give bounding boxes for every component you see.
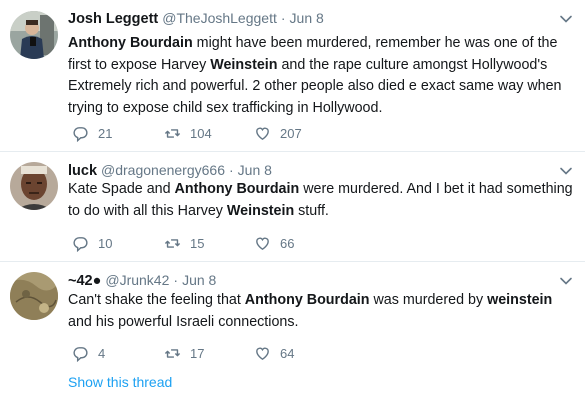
tweet-actions: 10 15 66 — [72, 233, 354, 253]
separator-dot: · — [280, 10, 286, 26]
avatar[interactable] — [10, 272, 58, 320]
profile-photo — [10, 11, 58, 59]
reply-count: 21 — [98, 125, 113, 141]
avatar[interactable] — [10, 162, 58, 210]
tweet-header: Josh Leggett @TheJoshLeggett · Jun 8 — [68, 10, 324, 30]
user-handle[interactable]: @Jrunk42 — [105, 272, 169, 288]
user-handle[interactable]: @dragonenergy666 — [101, 162, 225, 178]
text-segment: Can't shake the feeling that — [68, 292, 245, 308]
retweet-icon — [164, 128, 181, 138]
tweet-text: Kate Spade and Anthony Bourdain were mur… — [68, 179, 573, 222]
reply-count: 4 — [98, 345, 106, 361]
tweet-text: Can't shake the feeling that Anthony Bou… — [68, 290, 573, 333]
tweet-header: ~42● @Jrunk42 · Jun 8 — [68, 272, 216, 292]
display-name[interactable]: Josh Leggett — [68, 11, 158, 27]
retweet-count: 15 — [190, 235, 205, 251]
avatar[interactable] — [10, 11, 58, 59]
highlighted-term: Weinstein — [210, 56, 278, 73]
separator-dot: · — [229, 162, 234, 178]
reply-button[interactable]: 10 — [72, 235, 164, 252]
retweet-button[interactable]: 15 — [164, 235, 254, 252]
reply-icon — [73, 346, 88, 362]
user-handle[interactable]: @TheJoshLeggett — [162, 10, 277, 26]
reply-button[interactable]: 4 — [72, 345, 164, 362]
highlighted-term: Anthony Bourdain — [174, 181, 300, 197]
text-segment: and his powerful Israeli connections. — [68, 313, 299, 330]
display-name[interactable]: luck — [68, 163, 97, 179]
highlighted-term: weinstein — [487, 292, 553, 308]
reply-icon — [73, 236, 88, 252]
highlighted-term: Anthony Bourdain — [244, 292, 370, 308]
tweet-actions: 21 104 207 — [72, 123, 354, 143]
heart-icon — [256, 347, 269, 360]
like-button[interactable]: 66 — [254, 235, 354, 252]
tweet-text: Anthony Bourdain might have been murdere… — [68, 33, 573, 119]
chevron-down-icon[interactable] — [559, 164, 573, 178]
retweet-button[interactable]: 17 — [164, 345, 254, 362]
chevron-down-icon[interactable] — [559, 274, 573, 288]
profile-photo — [10, 162, 58, 210]
like-count: 64 — [280, 345, 295, 361]
tweet[interactable]: luck @dragonenergy666 · Jun 8 Kate Spade… — [0, 152, 585, 262]
like-button[interactable]: 64 — [254, 345, 354, 362]
tweet-timeline: Josh Leggett @TheJoshLeggett · Jun 8 Ant… — [0, 0, 585, 402]
profile-photo — [10, 272, 58, 320]
like-count: 207 — [280, 125, 302, 141]
chevron-down-icon[interactable] — [559, 12, 573, 26]
retweet-count: 104 — [190, 125, 212, 141]
reply-count: 10 — [98, 235, 113, 251]
tweet[interactable]: Josh Leggett @TheJoshLeggett · Jun 8 Ant… — [0, 0, 585, 152]
reply-button[interactable]: 21 — [72, 125, 164, 142]
retweet-button[interactable]: 104 — [164, 125, 254, 142]
text-segment: was murdered by — [369, 292, 488, 308]
text-segment: Kate Spade and — [68, 181, 175, 197]
heart-icon — [256, 127, 269, 140]
retweet-icon — [164, 238, 181, 248]
like-button[interactable]: 207 — [254, 125, 354, 142]
heart-icon — [256, 237, 269, 250]
tweet-actions: 4 17 64 — [72, 343, 354, 363]
tweet-timestamp[interactable]: Jun 8 — [290, 10, 324, 26]
retweet-icon — [164, 348, 181, 358]
tweet-timestamp[interactable]: Jun 8 — [182, 272, 216, 288]
retweet-count: 17 — [190, 345, 205, 361]
highlighted-term: Anthony Bourdain — [68, 35, 193, 51]
display-name[interactable]: ~42● — [68, 273, 101, 289]
reply-icon — [73, 126, 88, 142]
highlighted-term: Weinstein — [226, 202, 295, 219]
separator-dot: · — [173, 272, 179, 288]
show-thread-link[interactable]: Show this thread — [68, 374, 172, 390]
text-segment: stuff. — [294, 202, 329, 219]
tweet-timestamp[interactable]: Jun 8 — [238, 162, 272, 178]
like-count: 66 — [280, 235, 295, 251]
